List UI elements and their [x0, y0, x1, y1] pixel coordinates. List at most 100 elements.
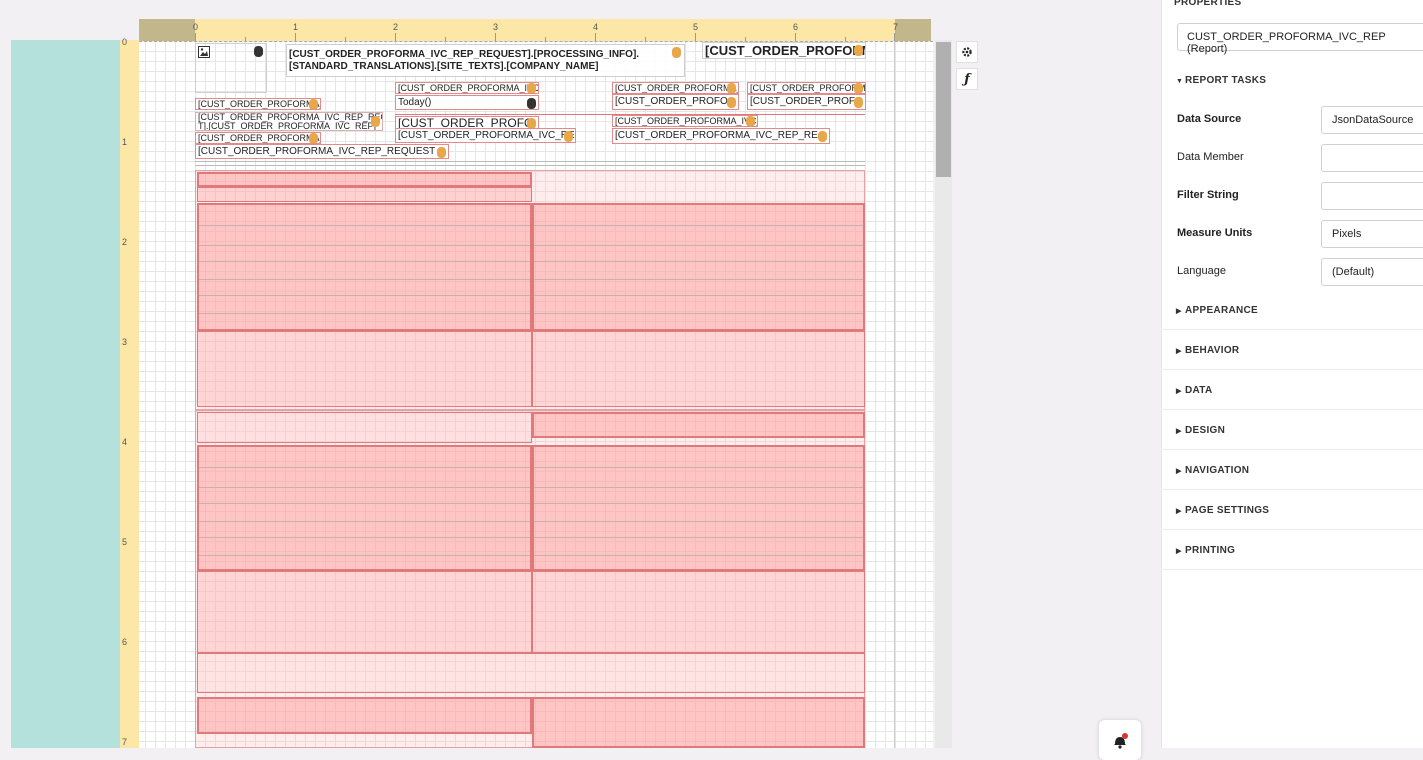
database-icon: [254, 46, 263, 57]
field-text: [CUST_ORDER_PROFORMA_: [615, 83, 739, 93]
section-label: APPEARANCE: [1185, 305, 1259, 316]
section-navigation[interactable]: ▶ NAVIGATION: [1161, 451, 1423, 490]
horizontal-ruler[interactable]: 0 1 2 3 4 5 6 7: [193, 19, 899, 41]
picture-box[interactable]: [195, 43, 267, 93]
chevron-right-icon: ▶: [1176, 468, 1182, 475]
vertical-ruler[interactable]: 0 1 2 3 4 5 6 7: [120, 37, 140, 748]
prop-label-data-source: Data Source: [1177, 113, 1242, 125]
field-text: T].[CUST_ORDER_PROFORMA_IVC_REP]: [198, 121, 377, 131]
filter-string-input[interactable]: [1321, 182, 1423, 210]
section-page-settings[interactable]: ▶ PAGE SETTINGS: [1161, 491, 1423, 530]
table-cell[interactable]: [197, 653, 865, 693]
settings-button[interactable]: [956, 41, 978, 63]
ruler-tick: 3: [122, 337, 128, 347]
data-field[interactable]: [CUST_ORDER_PROFORMA_IVC_REP_RE: [612, 128, 830, 144]
data-field[interactable]: [CUST_ORDER_PROFORMA_: [195, 98, 321, 110]
section-label: DESIGN: [1185, 425, 1226, 436]
panel-title: PROPERTIES: [1174, 0, 1242, 8]
section-label: DATA: [1185, 385, 1213, 396]
data-field[interactable]: [CUST_ORDER_PROFORMA_IVC_RE: [395, 128, 576, 143]
database-icon: [527, 83, 536, 93]
band-separator: [195, 161, 865, 166]
field-text: [CUST_ORDER_PROFORMA_: [198, 99, 321, 109]
data-field[interactable]: [CUST_ORDER_PROFO: [612, 94, 739, 110]
data-field[interactable]: [CUST_ORDER_PROFORMA_IVC_RE: [395, 82, 539, 94]
section-appearance[interactable]: ▶ APPEARANCE: [1161, 291, 1423, 330]
data-field[interactable]: [CUST_ORDER_PROFORMA_IVC_RE: [612, 115, 758, 127]
table-cell[interactable]: [197, 571, 532, 653]
report-selector[interactable]: CUST_ORDER_PROFORMA_IVC_REP (Report): [1177, 23, 1423, 55]
data-field[interactable]: [CUST_ORDER_PROFORMA_: [747, 82, 866, 94]
table-cell[interactable]: [197, 697, 532, 734]
database-icon: [371, 116, 380, 127]
ruler-tick: 1: [122, 137, 128, 147]
data-field[interactable]: [CUST_ORDER_PROFO: [747, 94, 866, 110]
ruler-tick: 3: [493, 22, 499, 32]
field-text: [CUST_ORDER_PROFORMA_IVC_RE: [398, 83, 539, 93]
prop-label-measure-units: Measure Units: [1177, 227, 1253, 239]
field-text: [CUST_ORDER_PROFORMA_: [198, 133, 321, 143]
field-text: [CUST_ORDER_PROFORMA_IVC_RE: [398, 130, 575, 141]
database-icon: [437, 147, 446, 158]
gear-icon: [962, 47, 972, 57]
database-icon: [746, 116, 755, 126]
table-cell[interactable]: [197, 172, 532, 187]
expression-button[interactable]: ƒ: [956, 68, 978, 90]
database-icon: [854, 45, 863, 56]
section-design[interactable]: ▶ DESIGN: [1161, 411, 1423, 450]
field-text: [CUST_ORDER_PROFORMA_IVC_REP_RE: [615, 130, 818, 141]
table-cell[interactable]: [197, 187, 532, 202]
chevron-right-icon: ▶: [1176, 308, 1182, 315]
table-cell[interactable]: [197, 331, 532, 407]
prop-label-filter-string: Filter String: [1177, 189, 1239, 201]
field-text: [CUST_ORDER_PROFORMA_: [750, 83, 866, 93]
section-report-tasks[interactable]: ▼ REPORT TASKS: [1161, 61, 1423, 100]
database-icon: [672, 47, 681, 58]
data-source-select[interactable]: JsonDataSource: [1321, 106, 1423, 134]
table-cell[interactable]: [532, 331, 865, 407]
table-cell[interactable]: [197, 412, 532, 443]
table-cell[interactable]: [532, 697, 865, 748]
data-field[interactable]: [CUST_ORDER_PROFORMA_IVC_REP_REQUEST: [195, 144, 449, 159]
prop-label-data-member: Data Member: [1177, 151, 1244, 163]
table-cell[interactable]: [197, 203, 532, 331]
scrollbar-thumb[interactable]: [936, 42, 951, 177]
ruler-tick: 5: [693, 22, 699, 32]
ruler-tick: 0: [193, 22, 199, 32]
database-icon: [727, 97, 736, 108]
table-cell[interactable]: [197, 445, 532, 571]
chevron-right-icon: ▶: [1176, 508, 1182, 515]
section-printing[interactable]: ▶ PRINTING: [1161, 531, 1423, 570]
data-member-select[interactable]: [1321, 144, 1423, 172]
field-text: [CUST_ORDER_PROFO: [750, 96, 863, 107]
database-icon: [854, 97, 863, 108]
prop-label-language: Language: [1177, 265, 1226, 277]
data-field[interactable]: [CUST_ORDER_PROFORMA_IVC_REP_REQUE T].[C…: [195, 112, 383, 131]
field-text: [STANDARD_TRANSLATIONS].[SITE_TEXTS].[CO…: [289, 61, 599, 72]
ruler-tick: 2: [393, 22, 399, 32]
chevron-right-icon: ▶: [1176, 348, 1182, 355]
data-field[interactable]: [CUST_ORDER_PROFORMA_: [195, 132, 321, 144]
measure-units-select[interactable]: Pixels: [1321, 220, 1423, 248]
database-icon: [854, 83, 863, 93]
table-cell[interactable]: [532, 203, 865, 331]
table-cell[interactable]: [532, 445, 865, 571]
ruler-tick: 4: [593, 22, 599, 32]
chevron-right-icon: ▶: [1176, 428, 1182, 435]
ruler-tick: 4: [122, 437, 128, 447]
ruler-tick: 7: [893, 22, 899, 32]
ruler-tick: 6: [793, 22, 799, 32]
language-select[interactable]: (Default): [1321, 258, 1423, 286]
section-behavior[interactable]: ▶ BEHAVIOR: [1161, 331, 1423, 370]
function-icon: ƒ: [964, 71, 970, 87]
table-cell[interactable]: [532, 412, 865, 438]
date-field[interactable]: Today(): [395, 95, 539, 110]
report-title-field[interactable]: [CUST_ORDER_PROFORMA: [702, 42, 866, 59]
table-cell[interactable]: [532, 571, 865, 653]
database-icon: [818, 131, 827, 142]
data-field[interactable]: [CUST_ORDER_PROFORMA_: [612, 82, 739, 94]
notification-button[interactable]: [1099, 720, 1141, 760]
section-data[interactable]: ▶ DATA: [1161, 371, 1423, 410]
chevron-right-icon: ▶: [1176, 548, 1182, 555]
company-name-field[interactable]: [CUST_ORDER_PROFORMA_IVC_REP_REQUEST].[P…: [286, 44, 685, 77]
